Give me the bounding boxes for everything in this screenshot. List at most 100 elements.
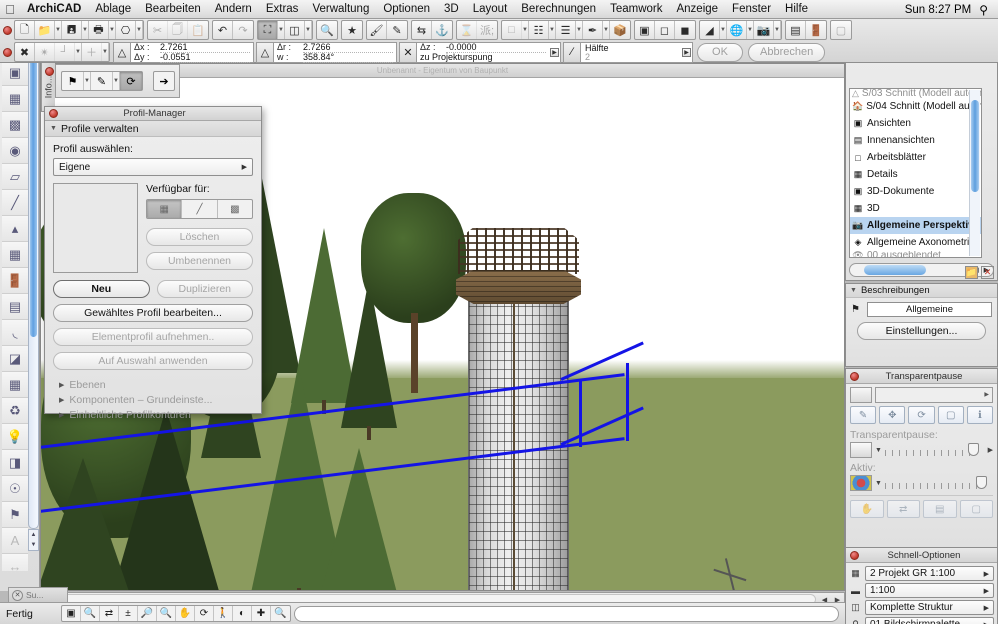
- print-chevron-icon[interactable]: ▼: [109, 21, 116, 39]
- compare-icon[interactable]: ▤: [923, 500, 957, 518]
- disclosure-right-icon[interactable]: ▶: [59, 396, 64, 404]
- tool-text-icon[interactable]: A: [2, 528, 28, 554]
- schnell-optionen-close-icon[interactable]: [850, 550, 859, 560]
- pan-hand-icon[interactable]: ✋: [176, 606, 195, 621]
- corner-frame-icon[interactable]: 派;: [477, 21, 497, 39]
- apple-logo-icon[interactable]: : [0, 0, 20, 19]
- tool-roof-icon[interactable]: ▴: [2, 216, 28, 242]
- navigator-tree[interactable]: △ S/03 Schnitt (Modell automa 🏠 S/04 Schni…: [849, 88, 982, 258]
- beschreibungen-value[interactable]: Allgemeine: [867, 302, 992, 317]
- zoom-out-icon[interactable]: 🔍: [157, 606, 176, 621]
- tracker-dy-value[interactable]: -0.0551: [160, 52, 250, 63]
- zoom-in-icon[interactable]: 🔎: [138, 606, 157, 621]
- tool-corner-window-icon[interactable]: ◟: [2, 320, 28, 346]
- menu-item-ablage[interactable]: Ablage: [88, 0, 138, 19]
- menu-item-extras[interactable]: Extras: [259, 0, 306, 19]
- zoom-in-out-icon[interactable]: ±: [119, 606, 138, 621]
- scroll-zoom-icon[interactable]: ▣: [62, 606, 81, 621]
- section-profilkonturen[interactable]: ▶ Einheitliche Profilkonturen: [53, 407, 253, 422]
- cut-scissors-icon[interactable]: ✂: [148, 21, 168, 39]
- tool-hotspot-icon[interactable]: ☉: [2, 476, 28, 502]
- save-chevron-icon[interactable]: ▼: [82, 21, 89, 39]
- perp-chevron-icon[interactable]: ▼: [75, 43, 82, 61]
- slider-knob[interactable]: [967, 443, 979, 456]
- quick-option-structure-dropdown[interactable]: Komplette Struktur ▶: [865, 600, 994, 615]
- nav-item-s03[interactable]: △ S/03 Schnitt (Modell automa: [850, 89, 981, 98]
- quick-option-pen-dropdown[interactable]: 01 Bildschirmpalette ▶: [865, 617, 994, 624]
- toolbox-scroll-arrows[interactable]: ▲ ▼: [28, 529, 39, 551]
- rotate-trace-icon[interactable]: ⟳: [908, 406, 935, 424]
- nav-item-arbeitsblatter[interactable]: □ Arbeitsblätter: [850, 149, 981, 166]
- duplicate-profile-button[interactable]: Duplizieren: [156, 280, 253, 298]
- disclosure-right-icon[interactable]: ▶: [59, 381, 64, 389]
- division-value[interactable]: 2: [585, 52, 677, 62]
- trace-preview-icon[interactable]: [850, 387, 872, 403]
- section-marker-icon[interactable]: ◢: [700, 21, 720, 39]
- tracker-angle-value[interactable]: 358.84°: [303, 52, 393, 63]
- tool-curtain-wall-icon[interactable]: ▦: [2, 372, 28, 398]
- tool-door-icon[interactable]: 🚪: [2, 268, 28, 294]
- close-tab-icon[interactable]: ✕: [12, 589, 23, 601]
- active-slider-track[interactable]: [884, 476, 993, 490]
- tracker-origin-popup[interactable]: ▶: [549, 43, 560, 62]
- tower-model[interactable]: [456, 228, 581, 590]
- zoom-magnifier-icon[interactable]: 🔍: [317, 21, 337, 39]
- menu-item-verwaltung[interactable]: Verwaltung: [305, 0, 376, 19]
- chevron-right-icon[interactable]: ▶: [984, 604, 989, 612]
- tool-stair-icon[interactable]: ◪: [2, 346, 28, 372]
- door-open-icon[interactable]: ◻: [655, 21, 675, 39]
- menu-item-layout[interactable]: Layout: [466, 0, 515, 19]
- section-chevron-icon[interactable]: ▼: [720, 21, 727, 39]
- tool-zone-icon[interactable]: ◨: [2, 450, 28, 476]
- chevron-right-icon[interactable]: ▶: [984, 391, 989, 398]
- division-arrow-icon[interactable]: ▶: [682, 47, 691, 57]
- schnell-optionen-titlebar[interactable]: Schnell-Optionen: [846, 548, 997, 563]
- snap-grid-icon[interactable]: ✴: [35, 43, 55, 61]
- quick-option-layer-dropdown[interactable]: 2 Projekt GR 1:100 ▶: [865, 566, 994, 581]
- undo-icon[interactable]: ↶: [213, 21, 233, 39]
- tool-dimension-icon[interactable]: ↔: [2, 554, 28, 571]
- tool-column-icon[interactable]: ▩: [2, 112, 28, 138]
- slider-knob[interactable]: [976, 476, 987, 489]
- nav-vscroll-thumb[interactable]: [971, 100, 979, 192]
- tracker-grab-handle[interactable]: [0, 42, 14, 62]
- menu-item-hilfe[interactable]: Hilfe: [778, 0, 815, 19]
- blank-icon[interactable]: □: [502, 21, 522, 39]
- nav-item-3d[interactable]: ▦ 3D: [850, 200, 981, 217]
- close-x-icon[interactable]: ✕: [981, 266, 994, 279]
- nav-item-3d-dokumente[interactable]: ▣ 3D-Dokumente: [850, 183, 981, 200]
- zoom-window-icon[interactable]: 🔍: [81, 606, 100, 621]
- horizontal-lines-icon[interactable]: ☰: [556, 21, 576, 39]
- menu-item-bearbeiten[interactable]: Bearbeiten: [138, 0, 208, 19]
- nav-item-innenansichten[interactable]: ▤ Innenansichten: [850, 132, 981, 149]
- placeholder-icon[interactable]: ▢: [831, 21, 851, 39]
- section-ebenen[interactable]: ▶ Ebenen: [53, 377, 253, 392]
- tool-beam-icon[interactable]: ╱: [2, 190, 28, 216]
- profil-manager-section-header[interactable]: ▼ Profile verwalten: [45, 121, 261, 137]
- copy-icon[interactable]: 🗍: [168, 21, 188, 39]
- layer-stack-icon[interactable]: ◫: [285, 21, 305, 39]
- open-chevron-icon[interactable]: ▼: [55, 21, 62, 39]
- render-chevron-icon[interactable]: ▼: [747, 21, 754, 39]
- door-zero-icon[interactable]: ◼: [675, 21, 695, 39]
- redo-icon[interactable]: ↷: [233, 21, 253, 39]
- tool-lamp-icon[interactable]: 💡: [2, 424, 28, 450]
- move-trace-icon[interactable]: ✥: [879, 406, 906, 424]
- tracker-origin-value[interactable]: zu Projekturspung: [420, 52, 546, 62]
- menu-item-teamwork[interactable]: Teamwork: [603, 0, 669, 19]
- nav-item-allgemeine-axonometrie[interactable]: ◈ Allgemeine Axonometrie: [850, 234, 981, 251]
- menu-item-anzeige[interactable]: Anzeige: [669, 0, 725, 19]
- active-color-swatch[interactable]: [850, 475, 872, 491]
- paste-icon[interactable]: 📋: [188, 21, 208, 39]
- spotlight-search-icon[interactable]: ⚲: [979, 3, 994, 17]
- chevron-right-icon[interactable]: ▶: [984, 587, 989, 595]
- statusbar-tab[interactable]: ✕ Su...: [8, 587, 68, 602]
- nav-hscroll-thumb[interactable]: [864, 265, 926, 275]
- menu-item-fenster[interactable]: Fenster: [725, 0, 778, 19]
- cancel-button[interactable]: Abbrechen: [748, 42, 826, 62]
- frame-icon[interactable]: ▢: [959, 500, 993, 518]
- info-trace-icon[interactable]: ℹ: [966, 406, 994, 424]
- blank-chevron-icon[interactable]: ▼: [522, 21, 529, 39]
- beam-profile-icon[interactable]: ╱: [182, 200, 218, 218]
- new-profile-button[interactable]: Neu: [53, 280, 150, 298]
